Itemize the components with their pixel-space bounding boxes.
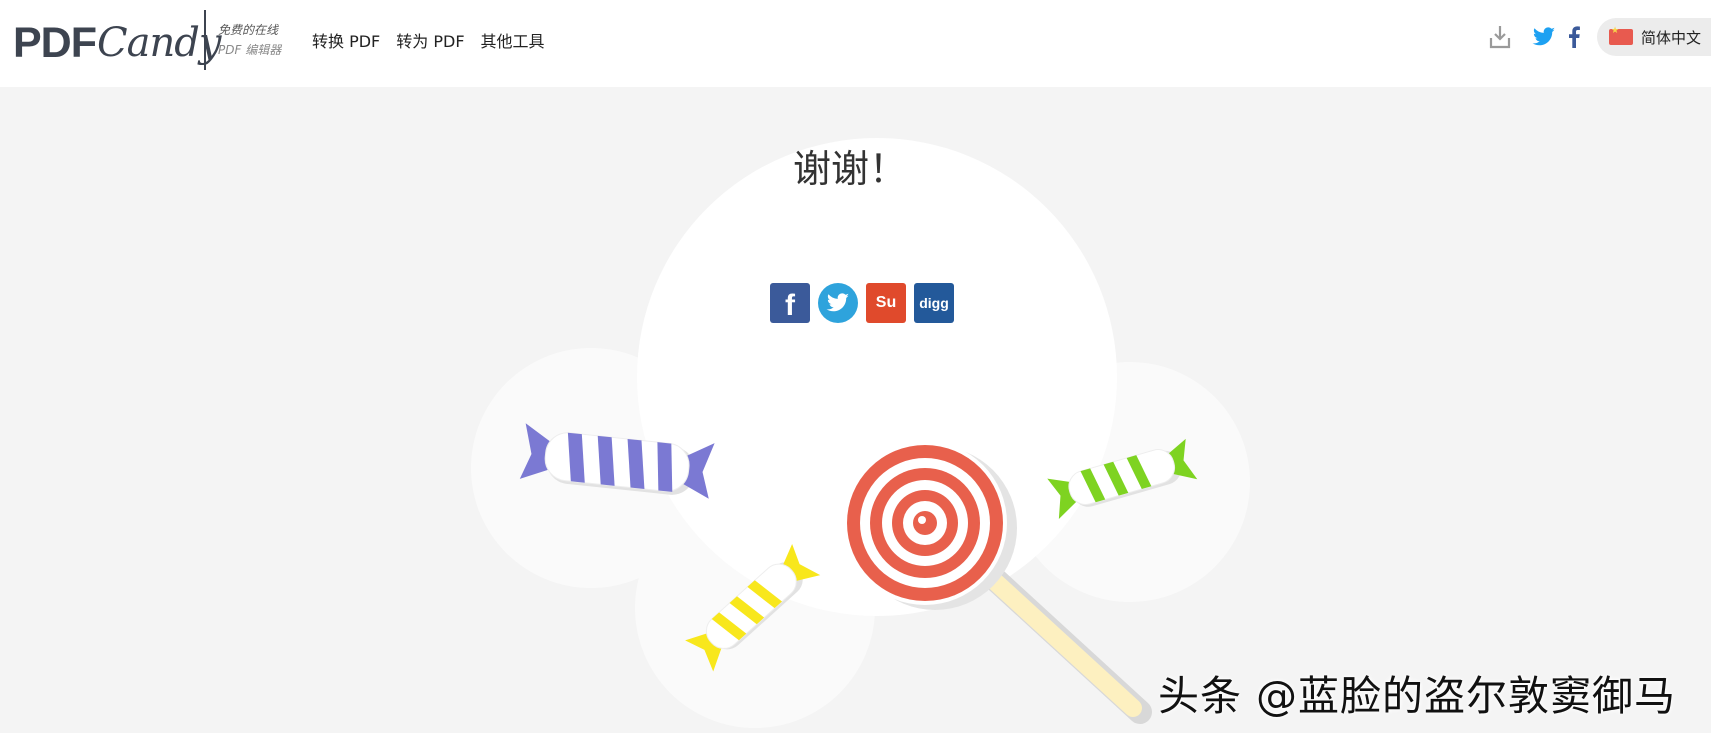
pdfcandy-logo[interactable]: PDF Candy bbox=[13, 14, 221, 72]
share-facebook-button[interactable]: f bbox=[770, 283, 810, 323]
digg-share-label: digg bbox=[919, 295, 949, 311]
stumbleupon-share-label: Su bbox=[875, 294, 897, 311]
share-digg-button[interactable]: digg bbox=[914, 283, 954, 323]
logo-pdf-text: PDF bbox=[13, 18, 97, 67]
logo-candy-text: Candy bbox=[97, 20, 221, 66]
share-twitter-button[interactable] bbox=[818, 283, 858, 323]
tagline-line-2: PDF 编辑器 bbox=[218, 43, 282, 57]
top-header: PDF Candy 免费的在线 PDF 编辑器 转换 PDF 转为 PDF 其他… bbox=[0, 0, 1711, 87]
language-selector[interactable]: 简体中文 bbox=[1596, 18, 1711, 56]
logo-divider bbox=[204, 10, 206, 70]
facebook-share-label: f bbox=[785, 289, 795, 322]
header-actions: 简体中文 bbox=[1485, 18, 1711, 56]
twitter-icon[interactable] bbox=[1529, 22, 1559, 52]
share-buttons: f Su digg bbox=[770, 283, 954, 323]
main-nav: 转换 PDF 转为 PDF 其他工具 bbox=[312, 28, 545, 52]
tagline-line-1: 免费的在线 bbox=[218, 23, 279, 37]
share-stumbleupon-button[interactable]: Su bbox=[866, 283, 906, 323]
twitter-bird-icon bbox=[826, 293, 849, 312]
china-flag-icon bbox=[1608, 26, 1633, 45]
nav-other-tools[interactable]: 其他工具 bbox=[481, 28, 545, 52]
logo-tagline: 免费的在线 PDF 编辑器 bbox=[218, 20, 281, 60]
nav-to-pdf[interactable]: 转为 PDF bbox=[396, 28, 464, 52]
thank-you-title: 谢谢！ bbox=[792, 147, 907, 191]
facebook-icon[interactable] bbox=[1559, 22, 1589, 52]
download-icon[interactable] bbox=[1485, 22, 1515, 52]
bg-circle-main bbox=[637, 138, 1117, 616]
nav-convert-pdf[interactable]: 转换 PDF bbox=[312, 28, 380, 52]
watermark-text: 头条 @蓝脸的盗尔敦窦御马 bbox=[1158, 672, 1677, 720]
language-label: 简体中文 bbox=[1640, 28, 1701, 47]
